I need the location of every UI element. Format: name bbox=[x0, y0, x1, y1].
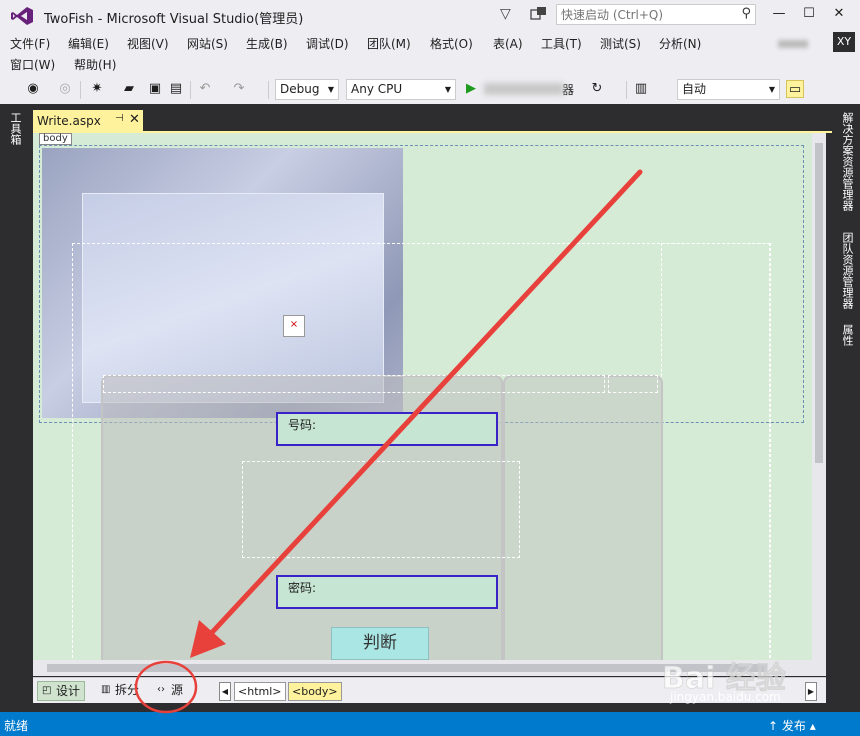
solution-explorer-tab[interactable]: 解决方案资源管理器 bbox=[839, 112, 855, 211]
title-bar: TwoFish - Microsoft Visual Studio(管理员) ▽… bbox=[0, 0, 860, 32]
chevron-down-icon: ▼ bbox=[327, 85, 334, 94]
right-column-outline bbox=[661, 243, 771, 660]
side-panel bbox=[503, 375, 663, 660]
standard-toolbar: ◉ ◎ ✷ ▰ ▣ ▤ ↶ ↷ Debug ▼ Any CPU ▼ ▶ 器 ↻ ▥ … bbox=[0, 76, 860, 104]
solution-config-value: Debug bbox=[280, 82, 320, 96]
panel-header-cell-outline bbox=[608, 375, 658, 393]
start-debug-icon[interactable]: ▶ bbox=[462, 80, 480, 98]
publish-label: 发布 bbox=[781, 719, 806, 733]
source-view-icon: ‹› bbox=[157, 684, 165, 695]
crumb-html[interactable]: <html> bbox=[234, 682, 286, 701]
maximize-button[interactable]: ☐ bbox=[794, 2, 824, 26]
minimize-button[interactable]: — bbox=[764, 2, 794, 26]
new-project-icon[interactable]: ✷ bbox=[88, 80, 106, 98]
forward-icon[interactable]: ◎ bbox=[56, 80, 74, 98]
panel-header-outline bbox=[103, 375, 605, 393]
source-view-label: 源 bbox=[171, 683, 184, 697]
design-view-button[interactable]: ◰ 设计 bbox=[37, 681, 86, 701]
toolbar-separator bbox=[190, 81, 191, 99]
vertical-scrollbar[interactable] bbox=[812, 133, 826, 660]
vertical-scroll-thumb[interactable] bbox=[815, 143, 823, 463]
browser-link-icon[interactable]: ▥ bbox=[632, 80, 650, 98]
chevron-down-icon: ▼ bbox=[768, 85, 775, 94]
filter-icon[interactable]: ▽ bbox=[500, 6, 516, 22]
menu-website[interactable]: 网站(S) bbox=[187, 35, 228, 52]
status-text: 就绪 bbox=[4, 719, 29, 733]
zoom-select[interactable]: 自动 ▼ bbox=[677, 79, 780, 100]
menu-team[interactable]: 团队(M) bbox=[367, 35, 411, 52]
toggle-view-icon[interactable]: ▭ bbox=[786, 80, 804, 98]
body-tag-label: body bbox=[39, 133, 72, 145]
back-icon[interactable]: ◉ bbox=[24, 80, 42, 98]
undo-icon[interactable]: ↶ bbox=[196, 80, 214, 98]
pin-icon[interactable]: ⊣ bbox=[115, 113, 124, 124]
menu-table[interactable]: 表(A) bbox=[493, 35, 523, 52]
document-tab-write[interactable]: Write.aspx ⊣ ✕ bbox=[33, 110, 143, 132]
open-file-icon[interactable]: ▰ bbox=[120, 80, 138, 98]
menu-test[interactable]: 测试(S) bbox=[600, 35, 641, 52]
crumb-prev-icon[interactable]: ◀ bbox=[219, 682, 231, 701]
window-title: TwoFish - Microsoft Visual Studio(管理员) bbox=[44, 12, 304, 27]
chevron-down-icon: ▼ bbox=[444, 85, 451, 94]
menu-edit[interactable]: 编辑(E) bbox=[68, 35, 109, 52]
platform-select[interactable]: Any CPU ▼ bbox=[346, 79, 456, 100]
menu-file[interactable]: 文件(F) bbox=[10, 35, 50, 52]
menu-view[interactable]: 视图(V) bbox=[127, 35, 169, 52]
properties-tab[interactable]: 属性 bbox=[839, 324, 855, 346]
horizontal-scroll-thumb[interactable] bbox=[47, 664, 767, 672]
menu-debug[interactable]: 调试(D) bbox=[306, 35, 349, 52]
toolbar-separator bbox=[626, 81, 627, 99]
menu-window[interactable]: 窗口(W) bbox=[10, 56, 55, 73]
search-icon[interactable]: ⚲ bbox=[741, 6, 751, 21]
visual-studio-logo-icon bbox=[11, 7, 33, 25]
save-icon[interactable]: ▣ bbox=[146, 80, 164, 98]
split-view-icon: ▥ bbox=[101, 684, 111, 695]
left-tool-rail: 工具箱 bbox=[0, 104, 28, 712]
number-field[interactable]: 号码: bbox=[276, 412, 498, 446]
quick-launch-box[interactable]: ⚲ bbox=[556, 4, 756, 25]
run-target-redacted bbox=[484, 83, 564, 95]
menu-format[interactable]: 格式(O) bbox=[430, 35, 473, 52]
solution-config-select[interactable]: Debug ▼ bbox=[275, 79, 339, 100]
design-view-label: 设计 bbox=[56, 684, 81, 698]
source-view-button[interactable]: ‹› 源 bbox=[153, 681, 187, 701]
toolbar-separator bbox=[268, 81, 269, 99]
toolbox-tab[interactable]: 工具箱 bbox=[7, 112, 23, 145]
judge-button[interactable]: 判断 bbox=[331, 627, 429, 660]
close-tab-icon[interactable]: ✕ bbox=[129, 112, 140, 127]
menu-build[interactable]: 生成(B) bbox=[246, 35, 288, 52]
number-label: 号码: bbox=[288, 418, 317, 432]
save-all-icon[interactable]: ▤ bbox=[167, 80, 185, 98]
user-name-redacted bbox=[778, 40, 808, 48]
menu-analyze[interactable]: 分析(N) bbox=[659, 35, 701, 52]
menu-help[interactable]: 帮助(H) bbox=[74, 56, 116, 73]
close-button[interactable]: ✕ bbox=[824, 2, 854, 26]
watermark-url: jingyan.baidu.com bbox=[670, 690, 781, 704]
design-surface[interactable]: body × 号码: 密码: 判断 bbox=[33, 133, 812, 660]
password-field[interactable]: 密码: bbox=[276, 575, 498, 609]
status-bar: 就绪 ↑ 发布 ▴ bbox=[0, 712, 860, 736]
right-tool-rail: 解决方案资源管理器 团队资源管理器 属性 bbox=[832, 104, 860, 712]
redo-icon[interactable]: ↷ bbox=[230, 80, 248, 98]
quick-launch-input[interactable] bbox=[557, 5, 727, 24]
publish-button[interactable]: ↑ 发布 ▴ bbox=[768, 717, 816, 734]
password-label: 密码: bbox=[288, 581, 317, 595]
user-avatar[interactable]: XY bbox=[833, 32, 855, 52]
notification-icon[interactable] bbox=[530, 6, 548, 22]
document-tab-label: Write.aspx bbox=[37, 114, 101, 128]
menu-tools[interactable]: 工具(T) bbox=[541, 35, 582, 52]
team-explorer-tab[interactable]: 团队资源管理器 bbox=[839, 232, 855, 309]
zoom-value: 自动 bbox=[682, 82, 707, 96]
toolbar-separator bbox=[80, 81, 81, 99]
middle-block-outline bbox=[242, 461, 520, 558]
platform-value: Any CPU bbox=[351, 82, 403, 96]
refresh-icon[interactable]: ↻ bbox=[588, 80, 606, 98]
menu-bar: 文件(F) 编辑(E) 视图(V) 网站(S) 生成(B) 调试(D) 团队(M… bbox=[0, 32, 860, 74]
split-view-label: 拆分 bbox=[115, 683, 140, 697]
split-view-button[interactable]: ▥ 拆分 bbox=[97, 681, 143, 701]
crumb-body[interactable]: <body> bbox=[288, 682, 342, 701]
design-view-icon: ◰ bbox=[42, 685, 52, 696]
